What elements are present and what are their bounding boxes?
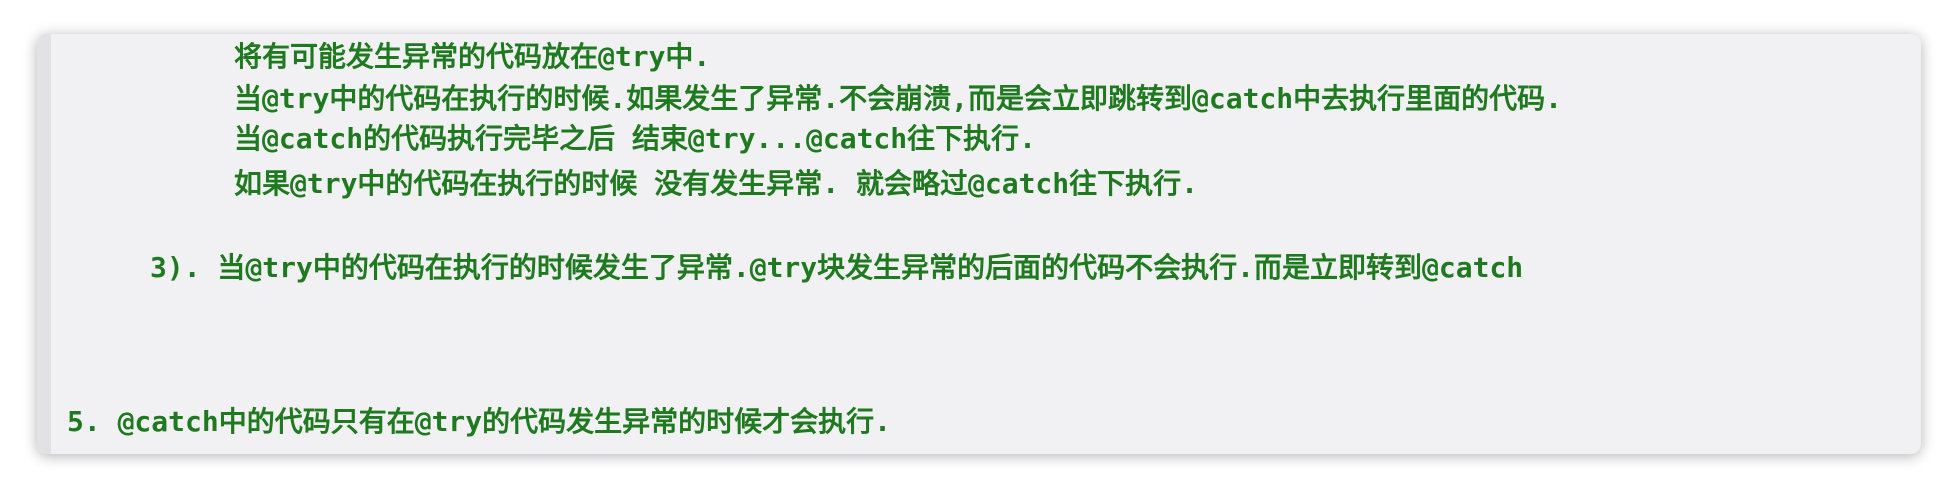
code-text-area[interactable]: 将有可能发生异常的代码放在@try中. 当@try中的代码在执行的时候.如果发生… (37, 34, 1921, 454)
code-line-3: 当@catch的代码执行完毕之后 结束@try...@catch往下执行. (234, 122, 1037, 155)
code-line-1: 将有可能发生异常的代码放在@try中. (234, 40, 711, 73)
editor-window: 将有可能发生异常的代码放在@try中. 当@try中的代码在执行的时候.如果发生… (37, 34, 1921, 454)
code-line-6: 5. @catch中的代码只有在@try的代码发生异常的时候才会执行. (67, 405, 892, 438)
code-line-4: 如果@try中的代码在执行的时候 没有发生异常. 就会略过@catch往下执行. (234, 167, 1199, 200)
code-line-2: 当@try中的代码在执行的时候.如果发生了异常.不会崩溃,而是会立即跳转到@ca… (234, 82, 1563, 115)
code-line-5: 3). 当@try中的代码在执行的时候发生了异常.@try块发生异常的后面的代码… (150, 251, 1524, 284)
